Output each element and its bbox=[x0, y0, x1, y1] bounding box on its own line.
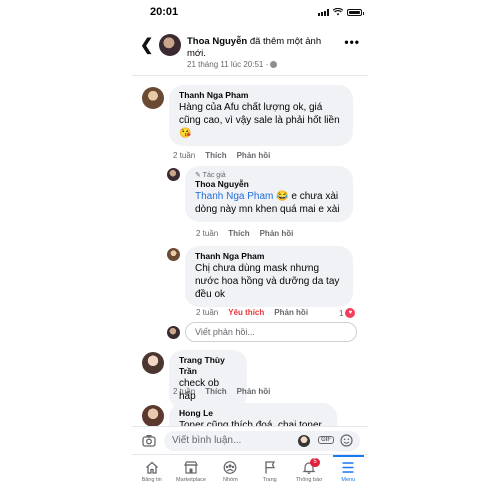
groups-icon bbox=[223, 461, 237, 474]
comment-time: 2 tuần bbox=[196, 229, 219, 238]
reply-bubble: Thanh Nga Pham Chị chưa dùng mask nhưng … bbox=[185, 246, 353, 307]
current-user-avatar bbox=[167, 326, 180, 339]
marketplace-icon bbox=[184, 461, 198, 474]
comment-text: Chị chưa dùng mask nhưng nước hoa hồng v… bbox=[195, 263, 340, 300]
nav-item-marketplace[interactable]: Marketplace bbox=[171, 455, 210, 499]
like-button[interactable]: Thích bbox=[205, 151, 226, 160]
notification-badge: 5 bbox=[310, 458, 320, 467]
comment-text: Thanh Nga Pham 😂 e chưa xài dòng này mn … bbox=[195, 191, 340, 215]
avatar[interactable] bbox=[142, 352, 164, 374]
nav-item-news-feed[interactable]: Bảng tin bbox=[132, 455, 171, 499]
reply-button[interactable]: Phản hồi bbox=[260, 229, 294, 238]
like-button[interactable]: Thích bbox=[205, 387, 226, 396]
wifi-icon bbox=[333, 8, 343, 16]
commenter-name[interactable]: Trang Thùy Trần bbox=[179, 355, 237, 377]
reply-input[interactable]: Viết phản hồi... bbox=[185, 322, 357, 342]
commenter-name[interactable]: Thanh Nga Pham bbox=[179, 90, 343, 101]
comment-input-placeholder: Viết bình luận... bbox=[172, 435, 242, 446]
battery-icon bbox=[347, 8, 364, 16]
header-divider bbox=[132, 75, 368, 76]
status-icons bbox=[318, 8, 364, 16]
comment-actions: 2 tuần Thích Phản hồi bbox=[196, 229, 293, 238]
heart-reaction-icon: ♥ bbox=[345, 308, 356, 318]
post-author-name[interactable]: Thoa Nguyễn bbox=[187, 36, 247, 47]
avatar-sticker-icon[interactable] bbox=[298, 435, 310, 447]
author-tag: ✎ Tác giả bbox=[195, 172, 226, 179]
comment-time: 2 tuần bbox=[196, 308, 219, 317]
comment-bubble: Trang Thùy Trần check ob hấp bbox=[169, 350, 247, 409]
globe-icon bbox=[270, 61, 278, 68]
more-options-icon[interactable]: ••• bbox=[344, 35, 360, 49]
header-avatar[interactable] bbox=[159, 34, 181, 56]
nav-item-menu[interactable]: Menu bbox=[329, 455, 368, 499]
gif-button[interactable]: GIF bbox=[318, 436, 334, 444]
post-date: 21 tháng 11 lúc 20:51 · bbox=[187, 60, 278, 69]
comment-actions: 2 tuần Yêu thích Phản hồi bbox=[196, 308, 308, 317]
nav-item-notifications[interactable]: 5 Thông báo bbox=[289, 455, 328, 499]
comment-actions: 2 tuần Thích Phản hồi bbox=[173, 387, 270, 396]
post-header-text: Thoa Nguyễn đã thêm một ảnh mới. bbox=[187, 36, 337, 60]
kiss-emoji-icon: 😘 bbox=[179, 128, 192, 139]
commenter-name[interactable]: Thanh Nga Pham bbox=[195, 251, 343, 262]
menu-icon bbox=[342, 462, 354, 473]
love-button[interactable]: Yêu thích bbox=[228, 308, 264, 317]
comment-bubble: Thanh Nga Pham Hàng của Afu chất lượng o… bbox=[169, 85, 353, 146]
reaction-count[interactable]: 1 ♥ bbox=[339, 308, 356, 318]
comment-time: 2 tuần bbox=[173, 387, 196, 396]
reply-bubble: ✎ Tác giả Thoa Nguyễn Thanh Nga Pham 😂 e… bbox=[185, 166, 353, 222]
back-button[interactable]: ❮ bbox=[140, 35, 153, 55]
home-icon bbox=[145, 461, 158, 474]
avatar[interactable] bbox=[167, 248, 180, 261]
comment-actions: 2 tuần Thích Phản hồi bbox=[173, 151, 270, 160]
cellular-signal-icon bbox=[318, 8, 329, 16]
reply-button[interactable]: Phản hồi bbox=[274, 308, 308, 317]
laughing-emoji-icon: 😂 bbox=[276, 191, 289, 202]
flag-icon bbox=[264, 461, 275, 474]
reply-button[interactable]: Phản hồi bbox=[237, 387, 271, 396]
emoji-icon[interactable] bbox=[340, 434, 353, 447]
avatar[interactable] bbox=[142, 405, 164, 427]
comment-text: Hàng của Afu chất lượng ok, giá cũng cao… bbox=[179, 102, 340, 139]
bottom-nav: Bảng tin Marketplace Nhóm Trang 5 Thông … bbox=[132, 454, 368, 499]
nav-item-groups[interactable]: Nhóm bbox=[211, 455, 250, 499]
camera-icon[interactable] bbox=[142, 434, 156, 447]
reply-button[interactable]: Phản hồi bbox=[237, 151, 271, 160]
phone-screen: 20:01 ❮ Thoa Nguyễn đã thêm một ảnh mới.… bbox=[132, 0, 368, 499]
commenter-name[interactable]: Hong Le bbox=[179, 408, 327, 419]
comment-input[interactable]: Viết bình luận... GIF bbox=[164, 431, 360, 451]
mention-link[interactable]: Thanh Nga Pham bbox=[195, 191, 273, 202]
nav-item-pages[interactable]: Trang bbox=[250, 455, 289, 499]
like-button[interactable]: Thích bbox=[228, 229, 249, 238]
comment-composer: Viết bình luận... GIF bbox=[132, 426, 368, 454]
commenter-name[interactable]: Thoa Nguyễn bbox=[195, 179, 343, 190]
status-time: 20:01 bbox=[150, 6, 179, 18]
avatar[interactable] bbox=[167, 168, 180, 181]
comment-time: 2 tuần bbox=[173, 151, 196, 160]
avatar[interactable] bbox=[142, 87, 164, 109]
